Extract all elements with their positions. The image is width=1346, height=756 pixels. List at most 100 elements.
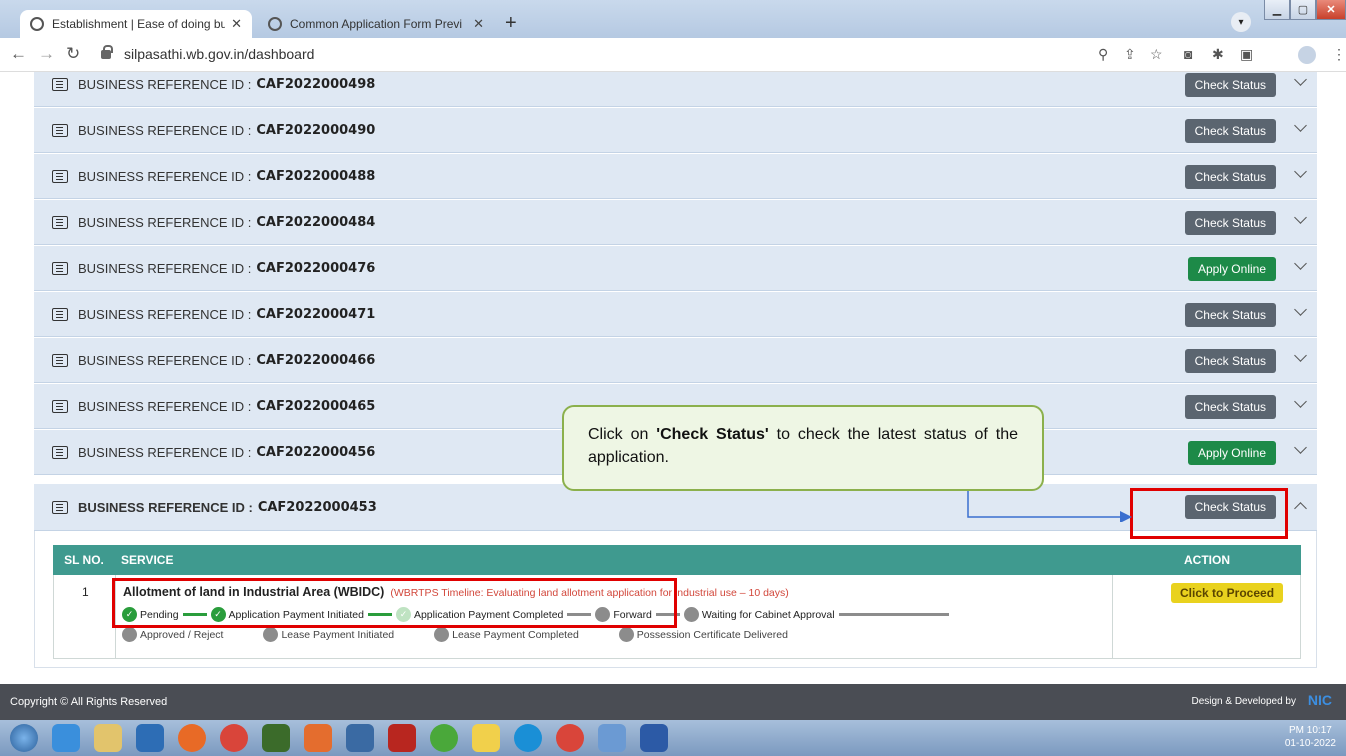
chrome-icon[interactable]	[556, 724, 584, 752]
chevron-up-icon[interactable]	[1294, 502, 1307, 515]
clock-date: 01-10-2022	[1284, 738, 1336, 749]
ref-id: CAF2022000465	[256, 398, 376, 414]
check-status-button[interactable]: Check Status	[1184, 165, 1276, 189]
dreamweaver-icon[interactable]	[262, 724, 290, 752]
pending-circle-icon	[618, 627, 634, 642]
list-icon	[52, 169, 68, 183]
filezilla-icon[interactable]	[388, 724, 416, 752]
apply-online-button[interactable]: Apply Online	[1187, 257, 1276, 281]
chevron-down-icon[interactable]	[1294, 211, 1307, 224]
utorrent-icon[interactable]	[430, 724, 458, 752]
check-status-button[interactable]: Check Status	[1184, 349, 1276, 373]
ref-label: BUSINESS REFERENCE ID :	[78, 76, 252, 92]
ref-id: CAF2022000490	[256, 122, 376, 138]
browser-tab-bar: Establishment | Ease of doing bu ✕ Commo…	[0, 0, 1346, 38]
maximize-button[interactable]: ▢	[1290, 0, 1316, 20]
ref-id: CAF2022000471	[256, 306, 376, 322]
ref-id: CAF2022000456	[256, 444, 376, 460]
camera-icon[interactable]: ◙	[1184, 46, 1192, 62]
copyright-text: Copyright © All Rights Reserved	[10, 696, 168, 708]
stage-possession: Possession Certificate Delivered	[618, 627, 788, 642]
pending-circle-icon	[434, 627, 450, 642]
check-status-button[interactable]: Check Status	[1184, 119, 1276, 143]
list-icon	[52, 77, 68, 91]
chevron-down-icon[interactable]	[1294, 303, 1307, 316]
postgres-icon[interactable]	[346, 724, 374, 752]
lock-icon	[101, 45, 113, 59]
xampp-icon[interactable]	[304, 724, 332, 752]
tab-establishment[interactable]: Establishment | Ease of doing bu ✕	[20, 10, 252, 38]
firefox-icon[interactable]	[178, 724, 206, 752]
list-icon	[52, 215, 68, 229]
skype-icon[interactable]	[514, 724, 542, 752]
check-status-button[interactable]: Check Status	[1184, 211, 1276, 235]
notes-icon[interactable]	[598, 724, 626, 752]
ref-id: CAF2022000466	[256, 352, 376, 368]
address-bar: ← → ↻ silpasathi.wb.gov.in/dashboard ⚲ ⇪…	[0, 38, 1346, 72]
pending-circle-icon	[122, 627, 137, 642]
business-row[interactable]: BUSINESS REFERENCE ID : CAF2022000484 Ch…	[34, 200, 1317, 245]
ie-icon[interactable]	[52, 724, 80, 752]
action-cell: Click to Proceed	[1112, 575, 1300, 659]
menu-icon[interactable]: ⋮	[1332, 46, 1346, 63]
chrome-icon[interactable]	[220, 724, 248, 752]
reload-icon[interactable]: ↻	[66, 44, 80, 64]
dashboard-page: BUSINESS REFERENCE ID : CAF2022000498 Ch…	[0, 72, 1346, 684]
business-row[interactable]: BUSINESS REFERENCE ID : CAF2022000466 Ch…	[34, 338, 1317, 383]
ref-label: BUSINESS REFERENCE ID :	[78, 122, 252, 138]
forward-arrow-icon[interactable]: →	[38, 44, 55, 64]
close-icon[interactable]: ✕	[231, 16, 242, 32]
ref-id: CAF2022000453	[257, 499, 377, 515]
share-icon[interactable]: ⇪	[1124, 46, 1136, 63]
highlight-box-service	[112, 578, 677, 628]
python-icon[interactable]	[472, 724, 500, 752]
list-icon	[52, 500, 68, 514]
tab-search-button[interactable]: ▾	[1231, 12, 1251, 32]
stage-approved: Approved / Reject	[122, 627, 223, 642]
check-status-button[interactable]: Check Status	[1184, 73, 1276, 97]
ref-label: BUSINESS REFERENCE ID :	[78, 499, 253, 515]
business-row[interactable]: BUSINESS REFERENCE ID : CAF2022000498 Ch…	[34, 72, 1317, 107]
minimize-button[interactable]: ▁	[1264, 0, 1290, 20]
close-icon[interactable]: ✕	[473, 16, 484, 32]
chevron-down-icon[interactable]	[1294, 395, 1307, 408]
apply-online-button[interactable]: Apply Online	[1187, 441, 1276, 465]
designed-by-text: Design & Developed by	[1191, 696, 1296, 707]
chevron-down-icon[interactable]	[1294, 349, 1307, 362]
ref-label: BUSINESS REFERENCE ID :	[78, 398, 252, 414]
window-close-button[interactable]: ✕	[1316, 0, 1346, 20]
new-tab-button[interactable]: +	[505, 12, 517, 35]
chevron-down-icon[interactable]	[1294, 119, 1307, 132]
chevron-down-icon[interactable]	[1294, 73, 1307, 86]
check-status-button[interactable]: Check Status	[1184, 303, 1276, 327]
pending-circle-icon	[683, 607, 699, 622]
business-row[interactable]: BUSINESS REFERENCE ID : CAF2022000476 Ap…	[34, 246, 1317, 291]
word-icon[interactable]	[640, 724, 668, 752]
extensions-icon[interactable]: ✱	[1212, 46, 1224, 63]
chevron-down-icon[interactable]	[1294, 257, 1307, 270]
chevron-down-icon[interactable]	[1294, 441, 1307, 454]
check-status-button[interactable]: Check Status	[1184, 395, 1276, 419]
list-icon	[52, 123, 68, 137]
media-icon[interactable]	[136, 724, 164, 752]
zoom-icon[interactable]: ⚲	[1098, 46, 1108, 63]
start-button-icon[interactable]	[10, 724, 38, 752]
explorer-icon[interactable]	[94, 724, 122, 752]
tab-common-application[interactable]: Common Application Form Previ ✕	[258, 10, 494, 38]
business-row[interactable]: BUSINESS REFERENCE ID : CAF2022000490 Ch…	[34, 108, 1317, 153]
back-arrow-icon[interactable]: ←	[10, 44, 27, 64]
business-row[interactable]: BUSINESS REFERENCE ID : CAF2022000471 Ch…	[34, 292, 1317, 337]
globe-icon	[268, 17, 282, 31]
list-icon	[52, 399, 68, 413]
taskbar: PM 10:17 01-10-2022	[0, 720, 1346, 756]
click-to-proceed-button[interactable]: Click to Proceed	[1171, 583, 1284, 603]
bookmark-star-icon[interactable]: ☆	[1150, 46, 1163, 63]
business-row[interactable]: BUSINESS REFERENCE ID : CAF2022000488 Ch…	[34, 154, 1317, 199]
status-tracker-line-2: Approved / Reject Lease Payment Initiate…	[122, 627, 788, 642]
url-field[interactable]: silpasathi.wb.gov.in/dashboard	[124, 46, 314, 62]
chevron-down-icon[interactable]	[1294, 165, 1307, 178]
side-panel-icon[interactable]: ▣	[1240, 46, 1253, 63]
instruction-callout: Click on 'Check Status' to check the lat…	[562, 405, 1044, 491]
profile-avatar[interactable]	[1298, 46, 1316, 64]
list-icon	[52, 445, 68, 459]
